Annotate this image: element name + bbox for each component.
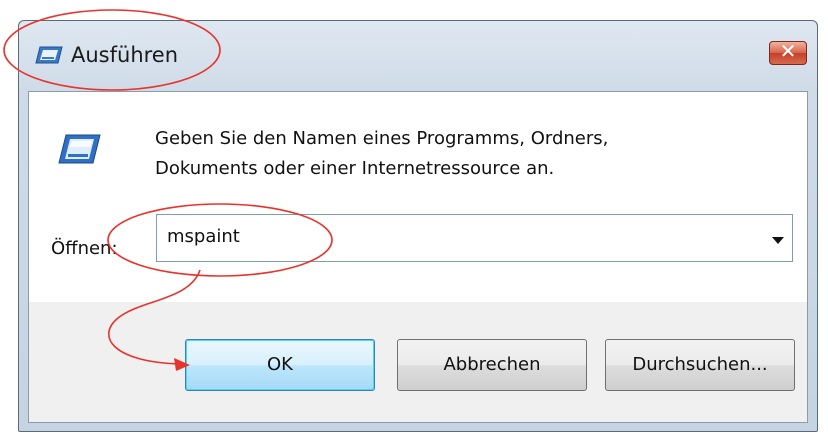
content-area: Geben Sie den Namen eines Programms, Ord…	[29, 92, 807, 302]
run-icon	[58, 134, 101, 164]
close-button[interactable]: ✕	[769, 39, 807, 65]
instruction-line-1: Geben Sie den Namen eines Programms, Ord…	[155, 128, 609, 149]
ok-button[interactable]: OK	[185, 339, 375, 391]
run-icon	[35, 46, 63, 64]
cancel-button[interactable]: Abbrechen	[397, 339, 587, 391]
open-input[interactable]: mspaint	[167, 226, 240, 247]
dialog-body: Geben Sie den Namen eines Programms, Ord…	[28, 91, 808, 423]
chevron-down-icon[interactable]	[772, 237, 784, 244]
open-combobox[interactable]: mspaint	[156, 214, 793, 262]
open-label: Öffnen:	[51, 238, 118, 259]
instruction-line-2: Dokuments oder einer Internetressource a…	[155, 158, 555, 179]
close-icon: ✕	[779, 39, 797, 63]
title-bar: Ausführen ✕	[19, 21, 817, 91]
run-dialog: Ausführen ✕ Geben Sie den Namen eines Pr…	[18, 20, 818, 432]
browse-button[interactable]: Durchsuchen...	[605, 339, 795, 391]
window-title: Ausführen	[71, 43, 179, 67]
instruction-text: Geben Sie den Namen eines Programms, Ord…	[155, 124, 608, 184]
